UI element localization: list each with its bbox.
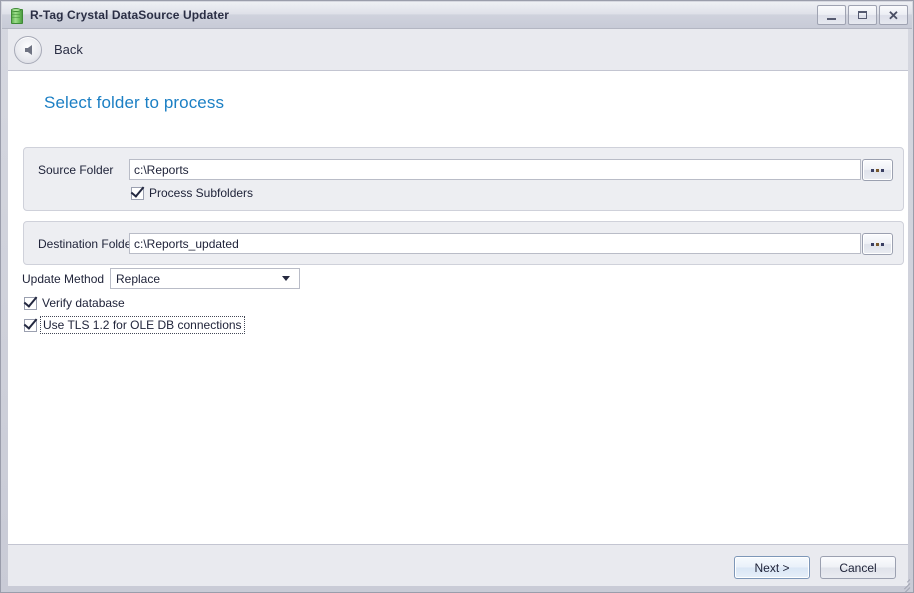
- next-button[interactable]: Next >: [734, 556, 810, 579]
- cancel-button[interactable]: Cancel: [820, 556, 896, 579]
- main-content: Select folder to process Source Folder P…: [8, 71, 908, 544]
- process-subfolders-checkbox[interactable]: Process Subfolders: [131, 186, 253, 200]
- destination-folder-label: Destination Folder: [38, 237, 136, 251]
- window-title: R-Tag Crystal DataSource Updater: [30, 8, 230, 22]
- process-subfolders-label: Process Subfolders: [149, 186, 254, 200]
- arrow-left-circle-icon: [24, 44, 32, 55]
- dialog-footer: Next > Cancel: [8, 544, 908, 586]
- destination-folder-group: Destination Folder: [23, 221, 904, 265]
- update-method-select[interactable]: Replace: [110, 268, 300, 289]
- source-browse-button[interactable]: [862, 159, 893, 181]
- use-tls-label: Use TLS 1.2 for OLE DB connections: [40, 316, 245, 334]
- chevron-down-icon: [282, 276, 290, 281]
- verify-database-label: Verify database: [42, 296, 125, 310]
- use-tls-checkbox[interactable]: Use TLS 1.2 for OLE DB connections: [24, 316, 245, 334]
- source-folder-group: Source Folder Process Subfolders: [23, 147, 904, 211]
- destination-browse-button[interactable]: [862, 233, 893, 255]
- application-window: R-Tag Crystal DataSource Updater ✕ Back …: [0, 0, 914, 593]
- close-icon: ✕: [888, 7, 899, 23]
- destination-folder-input[interactable]: [129, 233, 861, 254]
- minimize-button[interactable]: [817, 5, 846, 25]
- update-method-value: Replace: [116, 271, 161, 286]
- back-button[interactable]: [14, 35, 42, 64]
- title-bar[interactable]: R-Tag Crystal DataSource Updater ✕: [2, 2, 912, 29]
- verify-database-checkbox[interactable]: Verify database: [24, 296, 125, 310]
- close-button[interactable]: ✕: [879, 5, 908, 25]
- checkbox-checked-icon: [131, 186, 144, 200]
- resize-grip[interactable]: [896, 575, 911, 592]
- database-cylinder-icon: [8, 7, 24, 24]
- source-folder-label: Source Folder: [38, 163, 114, 177]
- back-label: Back: [54, 42, 83, 57]
- page-title: Select folder to process: [44, 93, 225, 112]
- update-method-label: Update Method: [22, 272, 105, 286]
- minimize-icon: [827, 17, 836, 20]
- source-folder-input[interactable]: [129, 159, 861, 180]
- maximize-button[interactable]: [848, 5, 877, 25]
- back-navigation-bar: Back: [8, 29, 908, 71]
- window-controls: ✕: [817, 5, 908, 25]
- maximize-icon: [858, 11, 867, 19]
- checkbox-checked-icon: [24, 296, 37, 310]
- checkbox-checked-icon: [24, 318, 37, 332]
